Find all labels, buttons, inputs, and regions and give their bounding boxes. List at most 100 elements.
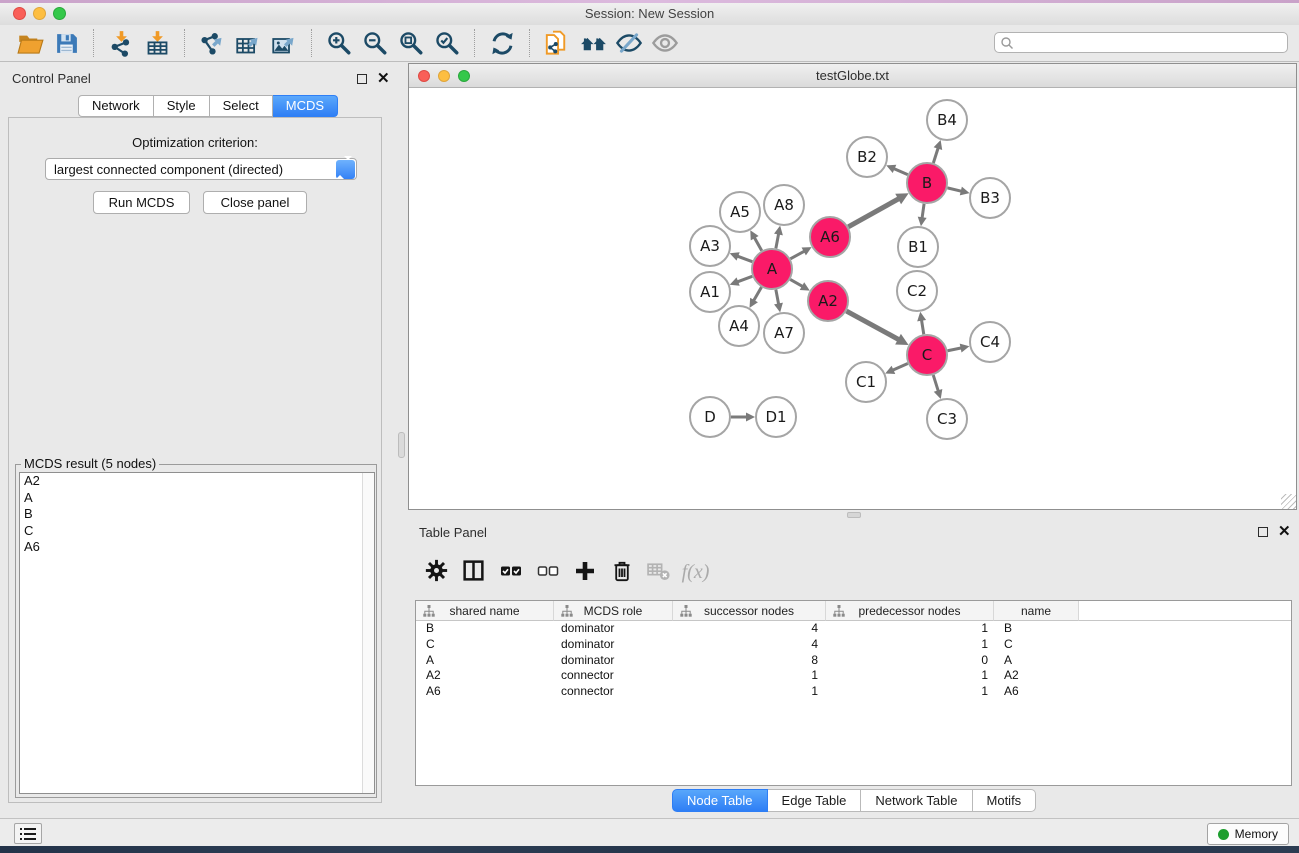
mcds-result-list[interactable]: A2ABCA6	[19, 472, 375, 794]
graph-node-A5[interactable]: A5	[720, 192, 760, 232]
graph-node-B2[interactable]: B2	[847, 137, 887, 177]
table-panel-float-button[interactable]	[1258, 527, 1268, 537]
graph-edge-A-A6[interactable]	[790, 251, 804, 259]
export-network-button[interactable]	[194, 27, 230, 59]
task-history-button[interactable]	[14, 823, 42, 844]
hide-selected-button[interactable]	[611, 27, 647, 59]
network-minimize-button[interactable]	[438, 70, 450, 82]
tab-mcds[interactable]: MCDS	[273, 95, 338, 117]
tab-network[interactable]: Network	[78, 95, 154, 117]
export-image-button[interactable]	[266, 27, 302, 59]
graph-node-B1[interactable]: B1	[898, 227, 938, 267]
export-table-button[interactable]	[230, 27, 266, 59]
graph-node-A1[interactable]: A1	[690, 272, 730, 312]
table-row[interactable]: A6connector11A6	[416, 684, 1291, 700]
graph-node-D[interactable]: D	[690, 397, 730, 437]
import-table-button[interactable]	[139, 27, 175, 59]
minimize-window-button[interactable]	[33, 7, 46, 20]
graph-edge-B-B3[interactable]	[947, 188, 961, 191]
network-zoom-button[interactable]	[458, 70, 470, 82]
graph-edge-C-C2[interactable]	[921, 320, 923, 335]
graph-node-B3[interactable]: B3	[970, 178, 1010, 218]
zoom-fit-button[interactable]	[393, 27, 429, 59]
tab-network-table[interactable]: Network Table	[861, 789, 972, 812]
graph-node-B[interactable]: B	[907, 163, 947, 203]
graph-edge-A-A3[interactable]	[737, 256, 752, 262]
save-session-button[interactable]	[48, 27, 84, 59]
zoom-out-button[interactable]	[357, 27, 393, 59]
run-mcds-button[interactable]: Run MCDS	[93, 191, 190, 214]
graph-node-C1[interactable]: C1	[846, 362, 886, 402]
horizontal-splitter-handle[interactable]	[847, 512, 861, 518]
resize-grip-icon[interactable]	[1281, 494, 1296, 509]
network-close-button[interactable]	[418, 70, 430, 82]
column-header-shared-name[interactable]: shared name	[416, 601, 554, 621]
graph-node-C2[interactable]: C2	[897, 271, 937, 311]
memory-button[interactable]: Memory	[1207, 823, 1289, 845]
column-header-name[interactable]: name	[994, 601, 1079, 621]
graph-node-C3[interactable]: C3	[927, 399, 967, 439]
tab-style[interactable]: Style	[154, 95, 210, 117]
graph-edge-A-A4[interactable]	[754, 287, 762, 301]
tab-select[interactable]: Select	[210, 95, 273, 117]
network-window-titlebar[interactable]: testGlobe.txt	[409, 64, 1296, 88]
column-header-predecessor-nodes[interactable]: predecessor nodes	[826, 601, 994, 621]
graph-edge-A-A5[interactable]	[754, 237, 762, 250]
graph-node-D1[interactable]: D1	[756, 397, 796, 437]
table-panel-close-button[interactable]: ✕	[1278, 526, 1291, 538]
split-columns-button[interactable]	[455, 554, 492, 590]
graph-edge-B-B2[interactable]	[894, 169, 908, 175]
mcds-result-item[interactable]: A2	[20, 473, 374, 490]
zoom-selected-button[interactable]	[429, 27, 465, 59]
refresh-button[interactable]	[484, 27, 520, 59]
graph-edge-A-A2[interactable]	[790, 279, 803, 286]
delete-button[interactable]	[603, 554, 640, 590]
graph-node-A8[interactable]: A8	[764, 185, 804, 225]
close-window-button[interactable]	[13, 7, 26, 20]
tab-motifs[interactable]: Motifs	[973, 789, 1037, 812]
deselect-all-columns-button[interactable]	[529, 554, 566, 590]
graph-edge-A-A8[interactable]	[776, 234, 779, 249]
mcds-result-item[interactable]: C	[20, 523, 374, 540]
graph-node-A4[interactable]: A4	[719, 306, 759, 346]
control-panel-close-button[interactable]: ✕	[377, 73, 390, 85]
settings-button[interactable]	[418, 554, 455, 590]
open-session-button[interactable]	[12, 27, 48, 59]
table-row[interactable]: Bdominator41B	[416, 621, 1291, 637]
network-canvas[interactable]: AA1A2A3A4A5A6A7A8BB1B2B3B4CC1C2C3C4DD1	[409, 88, 1296, 509]
mcds-result-item[interactable]: B	[20, 506, 374, 523]
column-header-successor-nodes[interactable]: successor nodes	[673, 601, 826, 621]
table-row[interactable]: Cdominator41C	[416, 637, 1291, 653]
table-row[interactable]: A2connector11A2	[416, 668, 1291, 684]
graph-edge-A-A1[interactable]	[737, 276, 752, 282]
table-row[interactable]: Adominator80A	[416, 653, 1291, 669]
optimization-criterion-select[interactable]: largest connected component (directed)	[45, 158, 357, 180]
graph-node-C[interactable]: C	[907, 335, 947, 375]
mcds-result-item[interactable]: A6	[20, 539, 374, 556]
zoom-in-button[interactable]	[321, 27, 357, 59]
tab-edge-table[interactable]: Edge Table	[768, 789, 862, 812]
mcds-result-item[interactable]: A	[20, 490, 374, 507]
column-header-mcds-role[interactable]: MCDS role	[554, 601, 673, 621]
graph-edge-C-C4[interactable]	[948, 348, 962, 351]
search-box[interactable]	[994, 32, 1288, 53]
graph-edge-A6-B[interactable]	[848, 199, 899, 227]
graph-edge-C-C3[interactable]	[933, 375, 938, 391]
control-panel-float-button[interactable]	[357, 74, 367, 84]
vertical-splitter-handle[interactable]	[398, 432, 405, 458]
tab-node-table[interactable]: Node Table	[672, 789, 768, 812]
graph-node-C4[interactable]: C4	[970, 322, 1010, 362]
graph-node-A2[interactable]: A2	[808, 281, 848, 321]
graph-node-A7[interactable]: A7	[764, 313, 804, 353]
graph-edge-A2-C[interactable]	[846, 311, 898, 340]
graph-node-B4[interactable]: B4	[927, 100, 967, 140]
add-button[interactable]	[566, 554, 603, 590]
first-neighbors-button[interactable]	[575, 27, 611, 59]
graph-edge-C-C1[interactable]	[893, 363, 908, 370]
import-network-button[interactable]	[103, 27, 139, 59]
graph-node-A3[interactable]: A3	[690, 226, 730, 266]
close-panel-button[interactable]: Close panel	[203, 191, 307, 214]
graph-edge-A-A7[interactable]	[776, 290, 779, 305]
search-input[interactable]	[1014, 35, 1287, 51]
show-all-button[interactable]	[647, 27, 683, 59]
